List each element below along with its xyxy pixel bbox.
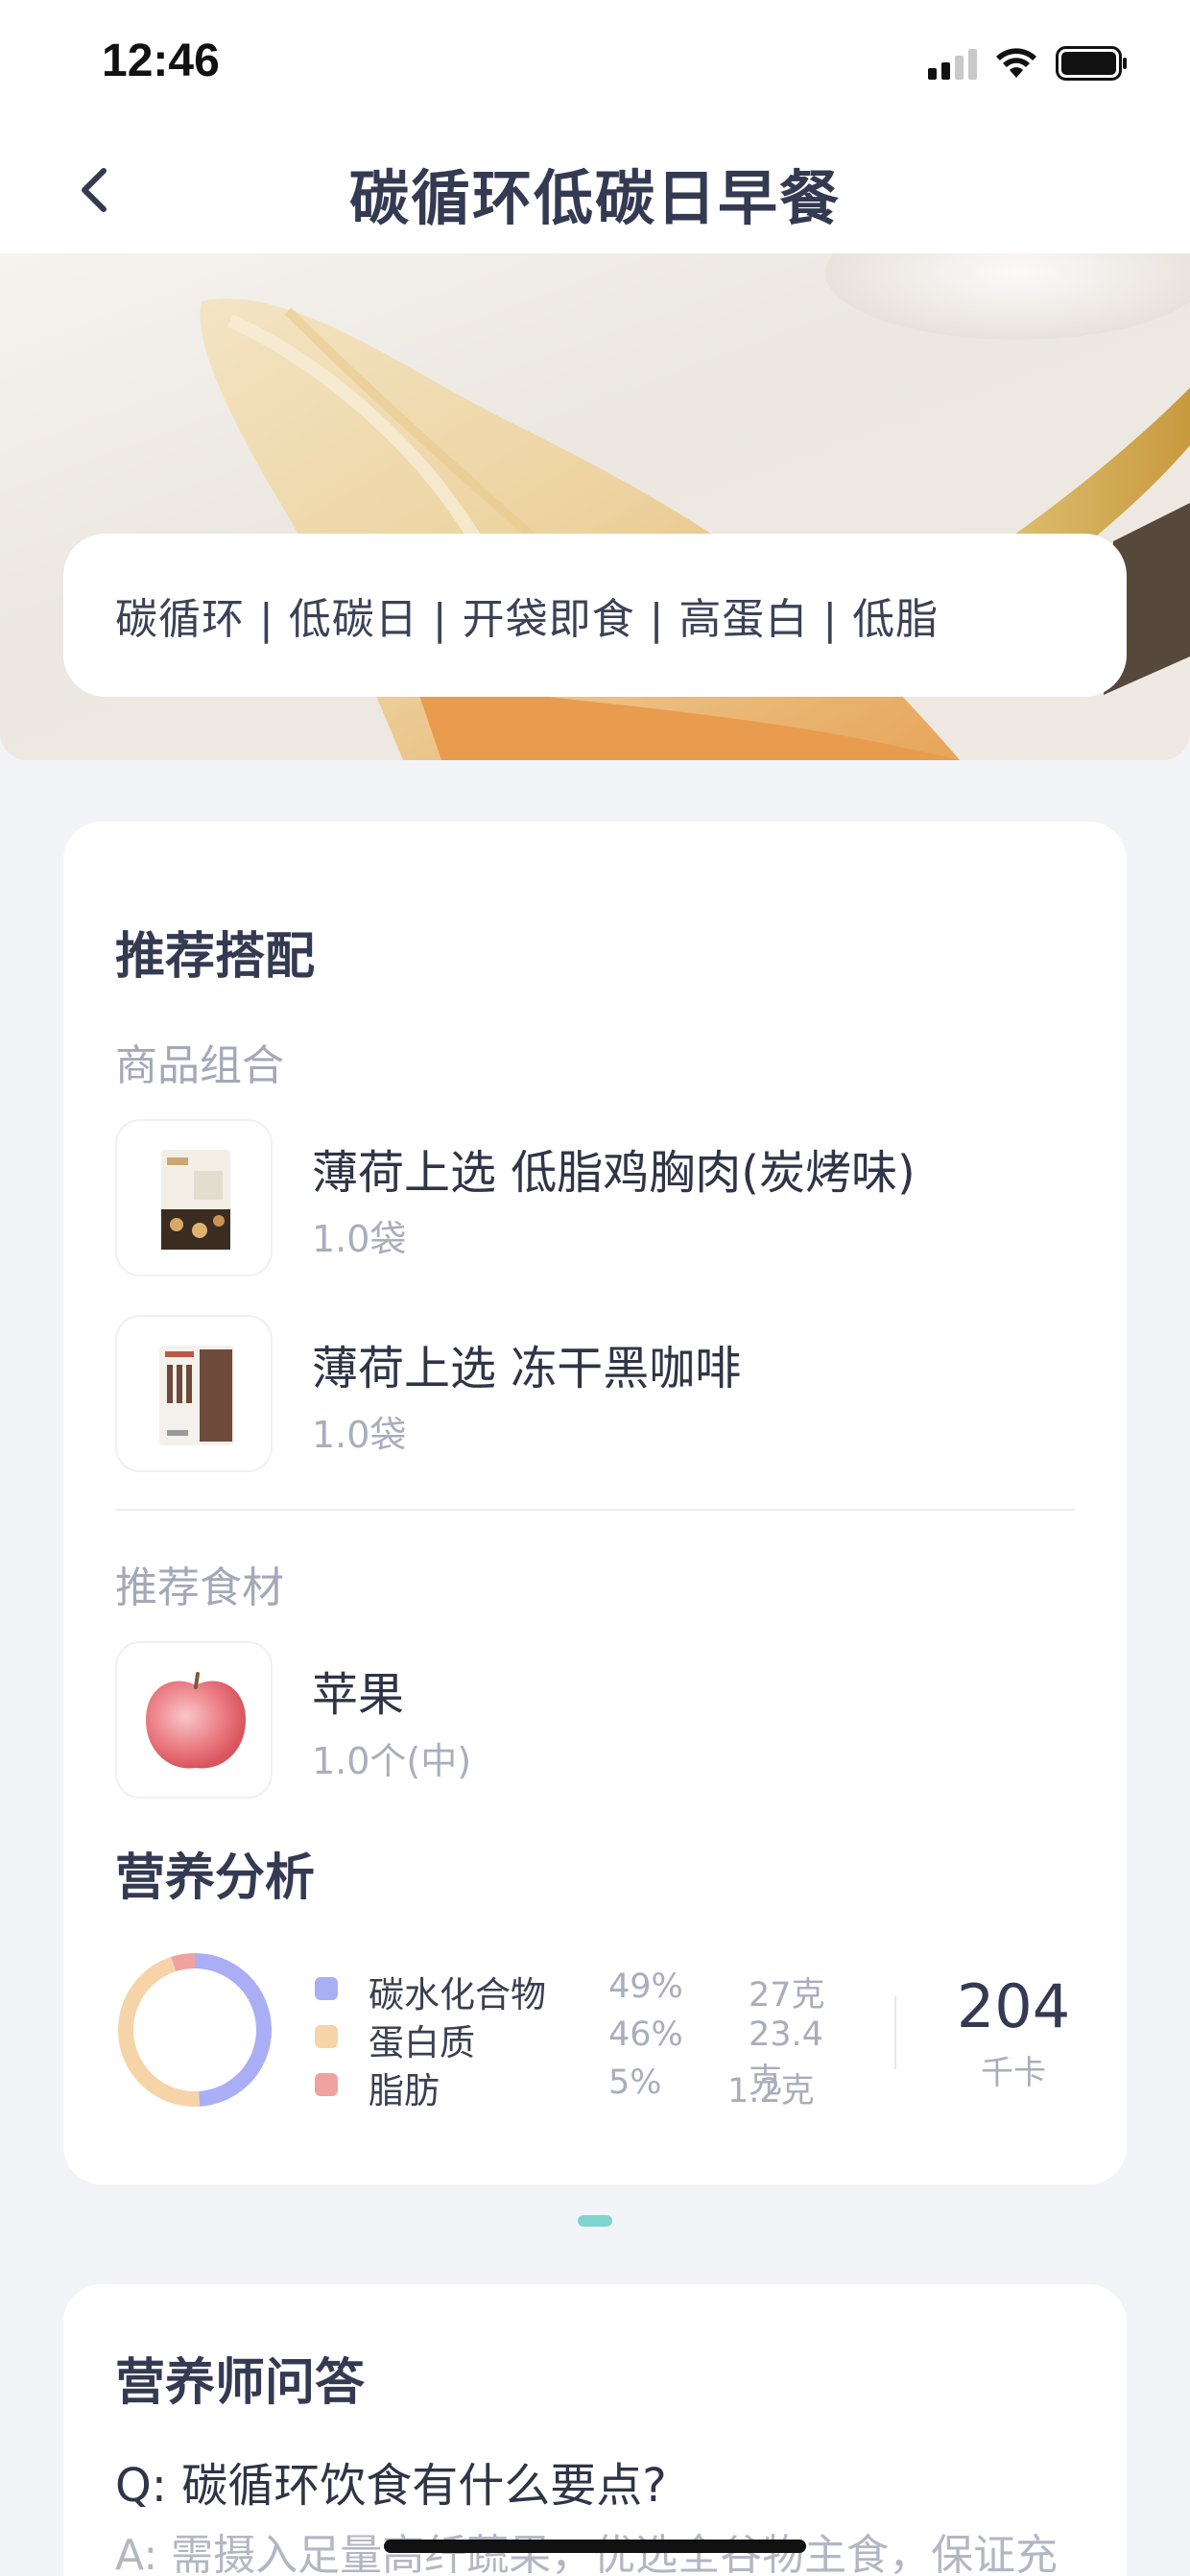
battery-icon [1056, 46, 1129, 81]
product-item[interactable]: 薄荷上选 低脂鸡胸肉(炭烤味) 1.0袋 [115, 1119, 1075, 1276]
legend-amount: 27克 [749, 1976, 825, 2015]
product-name: 薄荷上选 冻干黑咖啡 [312, 1342, 742, 1395]
nutrition-donut-chart [118, 1953, 272, 2107]
calorie-value: 204 [956, 1971, 1071, 2041]
carbs-color-swatch [315, 1977, 338, 2000]
legend-percent: 46% [608, 2015, 683, 2054]
fat-color-swatch [315, 2073, 338, 2096]
legend-name: 碳水化合物 [369, 1974, 546, 2015]
calorie-unit: 千卡 [981, 2054, 1046, 2092]
apple-image [115, 1641, 273, 1799]
wifi-icon [994, 47, 1038, 80]
cellular-signal-icon [928, 47, 977, 80]
status-time: 12:46 [102, 36, 220, 86]
legend-row-carbs: 碳水化合物 49% 27克 [315, 1964, 852, 2015]
ingredient-name: 苹果 [312, 1668, 405, 1722]
navigation-bar: 碳循环低碳日早餐 [0, 129, 1190, 253]
legend-row-protein: 蛋白质 46% 23.4克 [315, 2012, 852, 2101]
vertical-divider [894, 1996, 896, 2069]
product-quantity: 1.0袋 [312, 1414, 407, 1456]
product-image [115, 1315, 273, 1472]
nutrition-legend: 碳水化合物 49% 27克 蛋白质 46% 23.4克 脂肪 5% 1.2克 [315, 1964, 852, 2111]
ingredient-item[interactable]: 苹果 1.0个(中) [115, 1641, 1075, 1799]
page-indicator [578, 2215, 612, 2227]
product-quantity: 1.0袋 [312, 1218, 407, 1260]
page-title: 碳循环低碳日早餐 [348, 163, 841, 233]
donut-slice-carbs [194, 1953, 272, 2107]
recommend-title: 推荐搭配 [115, 928, 316, 986]
legend-row-fat: 脂肪 5% 1.2克 [315, 2060, 852, 2111]
donut-slice-fat [171, 1953, 196, 1972]
recommend-card: 推荐搭配 商品组合 薄荷上选 低脂鸡胸肉(炭烤味) 1.0袋 薄荷上选 冻干黑咖… [63, 822, 1127, 2184]
tags-card: 碳循环 | 低碳日 | 开袋即食 | 高蛋白 | 低脂 [63, 534, 1127, 697]
qa-card: 营养师问答 Q: 碳循环饮食有什么要点? A: 需摄入足量高纤蔬果，优选全谷物主… [63, 2284, 1127, 2576]
status-icons [928, 46, 1129, 81]
ingredient-quantity: 1.0个(中) [312, 1740, 472, 1782]
nutrition-title: 营养分析 [115, 1849, 316, 1907]
ingredients-label: 推荐食材 [115, 1563, 284, 1612]
legend-percent: 5% [608, 2063, 662, 2102]
hero-image: 碳循环 | 低碳日 | 开袋即食 | 高蛋白 | 低脂 [0, 253, 1190, 760]
legend-amount: 1.2克 [727, 2072, 815, 2111]
products-label: 商品组合 [115, 1041, 284, 1090]
donut-slice-protein [118, 1956, 201, 2107]
qa-title: 营养师问答 [115, 2354, 366, 2412]
qa-question[interactable]: Q: 碳循环饮食有什么要点? [115, 2447, 667, 2515]
status-bar: 12:46 [0, 0, 1190, 129]
tags-text: 碳循环 | 低碳日 | 开袋即食 | 高蛋白 | 低脂 [115, 595, 940, 644]
legend-percent: 49% [608, 1968, 683, 2006]
home-indicator[interactable] [384, 2540, 806, 2553]
legend-name: 蛋白质 [369, 2022, 475, 2063]
section-divider [115, 1509, 1075, 1511]
legend-name: 脂肪 [369, 2070, 440, 2111]
product-item[interactable]: 薄荷上选 冻干黑咖啡 1.0袋 [115, 1315, 1075, 1472]
protein-color-swatch [315, 2025, 338, 2048]
product-image [115, 1119, 273, 1276]
product-name: 薄荷上选 低脂鸡胸肉(炭烤味) [312, 1146, 916, 1200]
